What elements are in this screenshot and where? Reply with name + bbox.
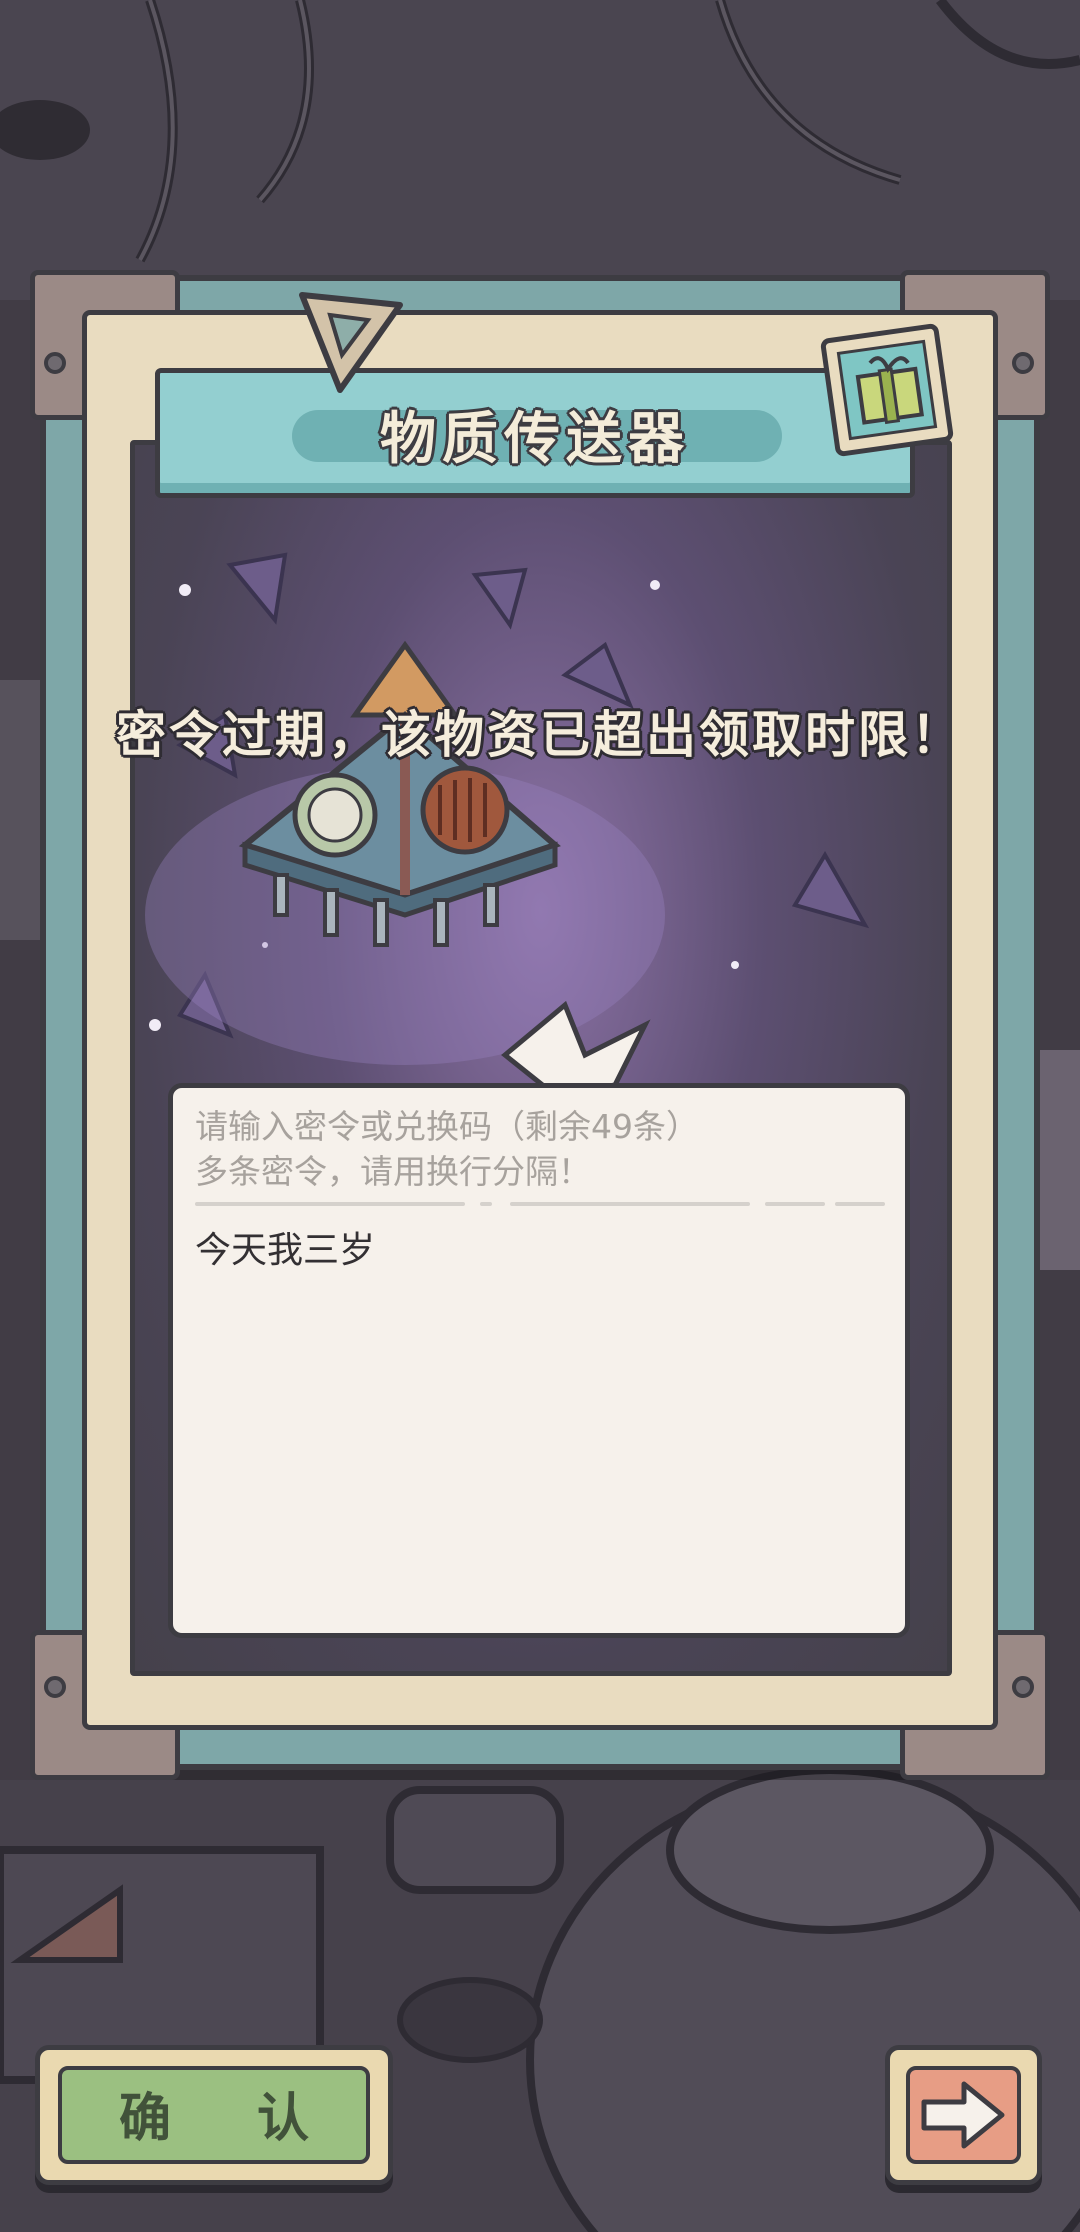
confirm-button-face: 确 认 [58, 2066, 370, 2164]
confirm-button[interactable]: 确 认 [35, 2045, 393, 2185]
rivet [44, 1676, 66, 1698]
input-placeholder-line1: 请输入密令或兑换码（剩余49条） [195, 1107, 699, 1146]
confirm-button-label: 确 认 [118, 2089, 344, 2149]
input-divider [195, 1202, 885, 1206]
next-button[interactable] [885, 2045, 1042, 2185]
redeem-code-value[interactable]: 今天我三岁 [195, 1226, 375, 1276]
arrow-right-icon [921, 2081, 1005, 2149]
input-placeholder-line2: 多条密令，请用换行分隔！ [195, 1152, 591, 1191]
gift-stamp-icon[interactable] [812, 315, 962, 465]
dialog-title: 物质传送器 [380, 407, 690, 472]
expired-code-message: 密令过期，该物资已超出领取时限！ [116, 706, 964, 764]
triangle-ornament-icon [299, 292, 403, 393]
rivet [1012, 1676, 1034, 1698]
rivet [44, 352, 66, 374]
next-button-face [906, 2066, 1021, 2164]
rivet [1012, 352, 1034, 374]
